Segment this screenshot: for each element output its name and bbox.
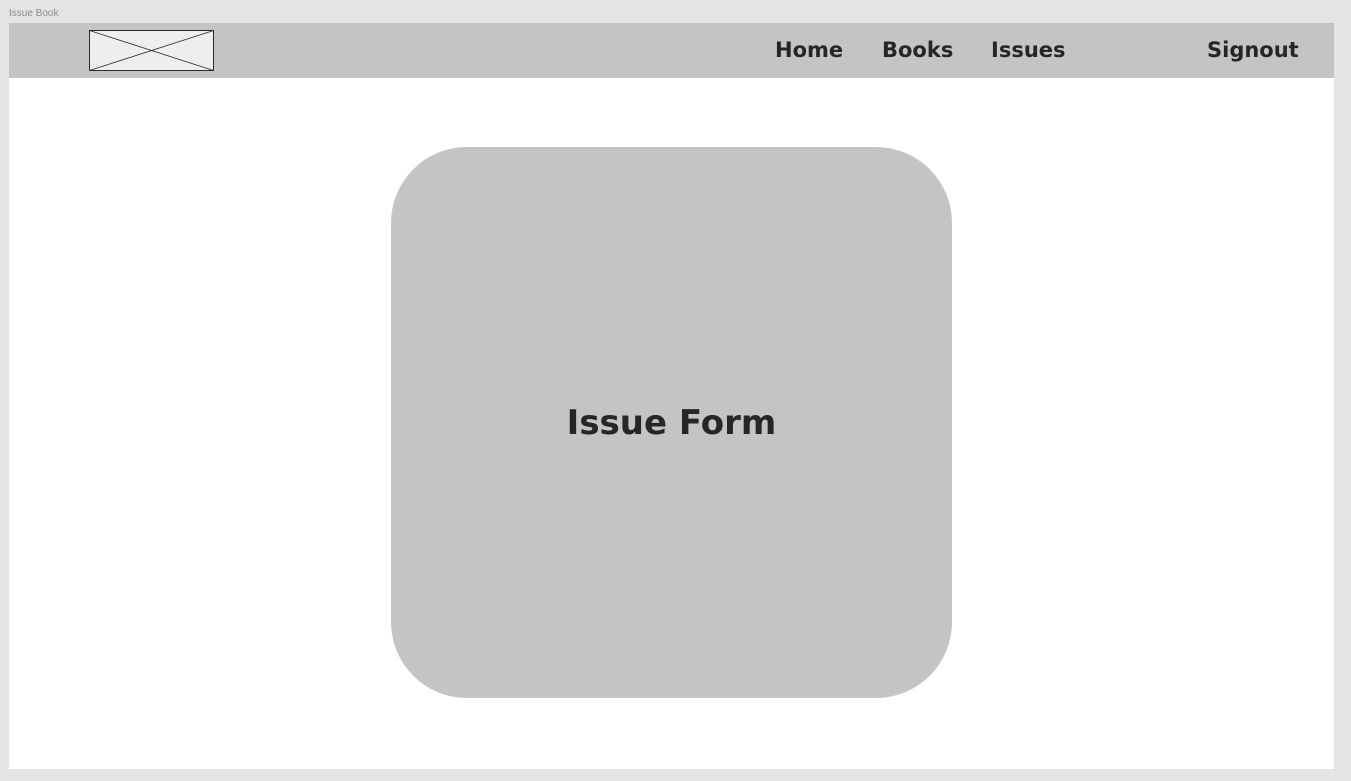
nav-home-link[interactable]: Home	[775, 23, 843, 78]
frame-title: Issue Book	[9, 8, 59, 19]
navbar: Home Books Issues Signout	[9, 23, 1334, 78]
signout-link[interactable]: Signout	[1207, 23, 1299, 78]
issue-form-card[interactable]: Issue Form	[391, 147, 952, 698]
nav-issues-link[interactable]: Issues	[991, 23, 1066, 78]
nav-books-link[interactable]: Books	[882, 23, 953, 78]
issue-form-title: Issue Form	[566, 402, 777, 443]
logo-placeholder-icon[interactable]	[89, 30, 214, 71]
page-frame: Home Books Issues Signout Issue Form	[9, 23, 1334, 769]
